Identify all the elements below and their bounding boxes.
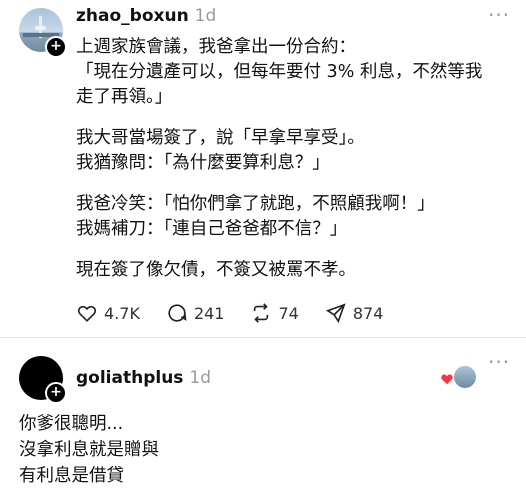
post-line: 我猶豫問：「為什麼要算利息？」	[76, 153, 330, 173]
reply-username[interactable]: goliathplus	[76, 368, 183, 388]
post-actions: 4.7K 241 74 874	[76, 302, 409, 324]
reply-line: 你爹很聰明...	[19, 414, 124, 434]
reply-header: goliathplus 1d	[76, 368, 211, 388]
post-timestamp: 1d	[194, 6, 217, 26]
send-icon	[325, 303, 346, 324]
like-count: 4.7K	[104, 303, 140, 323]
post-line: 我媽補刀：「連自己爸爸都不信？」	[76, 219, 348, 239]
liked-by-author-indicator	[440, 364, 478, 390]
reply-count: 241	[193, 303, 225, 323]
post-line: 上週家族會議，我爸拿出一份合約：	[76, 37, 356, 57]
reply-line: 有利息是借貸	[19, 466, 124, 486]
post-line: 現在簽了像欠債，不簽又被罵不孝。	[76, 260, 356, 280]
share-count: 874	[352, 303, 384, 323]
repost-button[interactable]: 74	[250, 302, 299, 324]
reply-line: 沒拿利息就是贈與	[19, 440, 159, 460]
more-icon[interactable]: ···	[488, 350, 510, 374]
repost-count: 74	[278, 303, 299, 323]
divider	[0, 337, 526, 338]
post-line: 我爸冷笑：「怕你們拿了就跑，不照顧我啊！」	[76, 194, 435, 214]
more-icon[interactable]: ···	[488, 3, 510, 27]
heart-icon	[441, 374, 453, 385]
reply-body: 你爹很聰明... 沒拿利息就是贈與 有利息是借貸	[19, 411, 159, 489]
share-button[interactable]: 874	[325, 302, 384, 324]
follow-plus-icon[interactable]: +	[45, 36, 67, 58]
heart-icon	[77, 305, 97, 322]
post-line: 我大哥當場簽了，說「早拿早享受」。	[76, 128, 365, 148]
post-line: 「現在分遺產可以，但每年要付 3% 利息，不然等我	[76, 62, 483, 82]
reply-button[interactable]: 241	[166, 302, 225, 324]
post-line: 走了再領。」	[76, 87, 173, 107]
reply-timestamp: 1d	[189, 368, 212, 388]
comment-icon	[168, 304, 187, 322]
post-username[interactable]: zhao_boxun	[76, 6, 189, 26]
repost-icon	[254, 303, 269, 323]
avatar-image-detail	[35, 26, 46, 30]
like-button[interactable]: 4.7K	[76, 302, 140, 324]
post-body: 上週家族會議，我爸拿出一份合約： 「現在分遺產可以，但每年要付 3% 利息，不然…	[76, 35, 482, 283]
avatar	[452, 364, 478, 390]
follow-plus-icon[interactable]: +	[45, 382, 67, 404]
post-header: zhao_boxun 1d	[76, 6, 216, 26]
